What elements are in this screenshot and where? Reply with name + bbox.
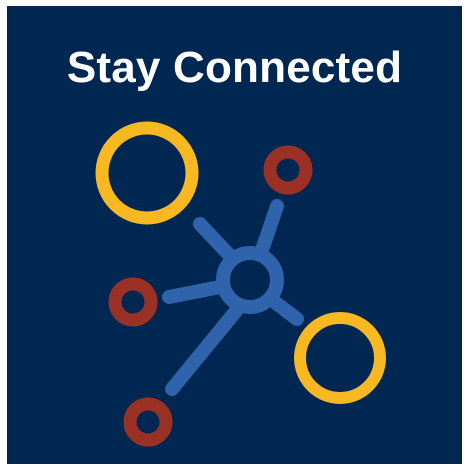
page-frame: Stay Connected: [0, 0, 469, 470]
connector-to-top-right-ring: [255, 199, 284, 257]
connector-to-left-ring: [162, 280, 227, 304]
connector-to-bottom-right-ring: [269, 296, 304, 326]
connector-to-top-left-ring: [193, 217, 240, 266]
hub-node: [216, 246, 284, 314]
large-ring-top-left: [95, 121, 199, 225]
small-ring-top-right: [263, 145, 313, 195]
small-ring-bottom-left: [123, 397, 173, 447]
network-hub-icon: [95, 121, 386, 447]
stay-connected-card: Stay Connected: [7, 6, 462, 464]
connector-to-bottom-left-ring: [165, 304, 243, 396]
large-ring-bottom-right: [294, 312, 386, 404]
small-ring-left: [108, 277, 158, 327]
